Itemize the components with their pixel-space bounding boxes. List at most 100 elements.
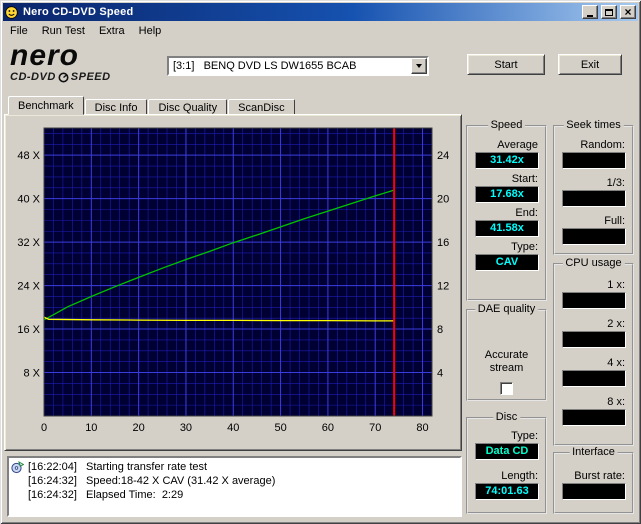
speed-type-label: Type: bbox=[511, 241, 538, 253]
seek-full-value bbox=[562, 228, 626, 245]
chevron-down-icon bbox=[416, 64, 422, 68]
log-message: Starting transfer rate test bbox=[86, 461, 208, 473]
svg-text:40 X: 40 X bbox=[17, 194, 40, 206]
menubar: File Run Test Extra Help bbox=[3, 22, 638, 40]
log-timestamp: [16:24:32] bbox=[28, 489, 77, 501]
svg-text:10: 10 bbox=[85, 422, 97, 434]
nero-logo: nero CD-DVD SPEED bbox=[10, 39, 165, 88]
speed-start-value: 17.68x bbox=[475, 186, 539, 203]
cpu-4x-value bbox=[562, 370, 626, 387]
seek-full-label: Full: bbox=[604, 215, 625, 227]
cpu-1x-row: 1 x: bbox=[555, 279, 632, 309]
menu-extra[interactable]: Extra bbox=[92, 23, 132, 39]
seek-third-label: 1/3: bbox=[606, 177, 625, 189]
svg-text:0: 0 bbox=[41, 422, 47, 434]
interface-panel-title: Interface bbox=[569, 446, 618, 458]
cpu-4x-label: 4 x: bbox=[607, 357, 625, 369]
accurate-stream-checkbox[interactable] bbox=[500, 382, 513, 395]
chart-svg: 0 10 20 30 40 50 60 70 80 8 X 16 X 24 X 32 X 40 X 48 X… bbox=[17, 127, 449, 434]
disc-length-value: 74:01.63 bbox=[475, 483, 539, 500]
disc-length-row: Length: 74:01.63 bbox=[468, 470, 545, 500]
maximize-button[interactable] bbox=[601, 5, 617, 19]
speed-end-value: 41.58x bbox=[475, 220, 539, 237]
speed-start-label: Start: bbox=[511, 173, 538, 185]
disc-panel-title: Disc bbox=[492, 411, 521, 423]
speed-average-label: Average bbox=[497, 139, 538, 151]
tab-benchmark[interactable]: Benchmark bbox=[8, 96, 84, 115]
svg-text:30: 30 bbox=[180, 422, 192, 434]
svg-text:80: 80 bbox=[416, 422, 428, 434]
dae-quality-title: DAE quality bbox=[474, 303, 539, 315]
close-icon: × bbox=[624, 5, 632, 19]
drive-select-value: [3:1] BENQ DVD LS DW1655 BCAB bbox=[173, 60, 357, 72]
menu-file[interactable]: File bbox=[3, 23, 35, 39]
disc-panel: Disc Type: Data CD Length: 74:01.63 bbox=[466, 411, 547, 514]
cpu-8x-value bbox=[562, 409, 626, 426]
cpu-8x-row: 8 x: bbox=[555, 396, 632, 426]
log-message: Elapsed Time: 2:29 bbox=[86, 489, 184, 501]
svg-text:20: 20 bbox=[133, 422, 145, 434]
nero-wordmark: nero bbox=[10, 39, 80, 72]
event-log: [16:22:04] Starting transfer rate test [… bbox=[7, 456, 462, 517]
svg-text:12: 12 bbox=[437, 281, 449, 293]
minimize-button[interactable] bbox=[582, 5, 598, 19]
tab-disc-quality[interactable]: Disc Quality bbox=[148, 99, 228, 115]
exit-button[interactable]: Exit bbox=[558, 54, 622, 75]
cpu-8x-label: 8 x: bbox=[607, 396, 625, 408]
speed-end-row: End: 41.58x bbox=[468, 207, 545, 237]
svg-text:32 X: 32 X bbox=[17, 237, 40, 249]
speed-start-row: Start: 17.68x bbox=[468, 173, 545, 203]
disc-length-label: Length: bbox=[501, 470, 538, 482]
svg-text:24: 24 bbox=[437, 150, 449, 162]
seek-third-row: 1/3: bbox=[555, 177, 632, 207]
tab-scandisc[interactable]: ScanDisc bbox=[228, 99, 295, 115]
speed-average-row: Average 31.42x bbox=[468, 139, 545, 169]
nero-product-line: CD-DVD SPEED bbox=[10, 71, 165, 83]
seek-third-value bbox=[562, 190, 626, 207]
cpu-2x-row: 2 x: bbox=[555, 318, 632, 348]
benchmark-chart: 0 10 20 30 40 50 60 70 80 8 X 16 X 24 X 32 X 40 X 48 X… bbox=[10, 122, 456, 445]
log-message: Speed:18-42 X CAV (31.42 X average) bbox=[86, 475, 276, 487]
cpu-usage-title: CPU usage bbox=[562, 257, 625, 269]
cpu-4x-row: 4 x: bbox=[555, 357, 632, 387]
menu-help[interactable]: Help bbox=[132, 23, 169, 39]
cpu-1x-value bbox=[562, 292, 626, 309]
close-button[interactable]: × bbox=[620, 5, 636, 19]
menu-run-test[interactable]: Run Test bbox=[35, 23, 92, 39]
svg-text:70: 70 bbox=[369, 422, 381, 434]
seek-random-value bbox=[562, 152, 626, 169]
speed-type-row: Type: CAV bbox=[468, 241, 545, 271]
log-line: [16:22:04] Starting transfer rate test bbox=[11, 460, 458, 474]
disc-type-row: Type: Data CD bbox=[468, 430, 545, 460]
app-window: Nero CD-DVD Speed × File Run Test Extra … bbox=[0, 0, 641, 524]
seek-random-row: Random: bbox=[555, 139, 632, 169]
logo-product-left: CD-DVD bbox=[10, 71, 56, 83]
speed-panel: Speed Average 31.42x Start: 17.68x End: … bbox=[466, 119, 547, 301]
cpu-1x-label: 1 x: bbox=[607, 279, 625, 291]
svg-text:4: 4 bbox=[437, 368, 443, 380]
svg-text:24 X: 24 X bbox=[17, 281, 40, 293]
log-timestamp: [16:22:04] bbox=[28, 461, 77, 473]
tab-disc-info[interactable]: Disc Info bbox=[84, 99, 148, 115]
svg-text:60: 60 bbox=[322, 422, 334, 434]
start-button[interactable]: Start bbox=[467, 54, 545, 75]
log-line: [16:24:32] Elapsed Time: 2:29 bbox=[11, 488, 458, 502]
svg-text:8 X: 8 X bbox=[23, 368, 40, 380]
burst-rate-value bbox=[562, 483, 626, 500]
log-line: [16:24:32] Speed:18-42 X CAV (31.42 X av… bbox=[11, 474, 458, 488]
logo-product-right: SPEED bbox=[70, 71, 111, 83]
speed-type-value: CAV bbox=[475, 254, 539, 271]
drive-select[interactable]: [3:1] BENQ DVD LS DW1655 BCAB bbox=[167, 56, 429, 76]
svg-text:16: 16 bbox=[437, 237, 449, 249]
svg-text:50: 50 bbox=[274, 422, 286, 434]
speed-end-label: End: bbox=[515, 207, 538, 219]
svg-text:40: 40 bbox=[227, 422, 239, 434]
cpu-usage-panel: CPU usage 1 x: 2 x: 4 x: 8 x: bbox=[553, 257, 634, 446]
transfer-test-icon bbox=[11, 460, 28, 474]
window-title: Nero CD-DVD Speed bbox=[23, 6, 134, 18]
svg-text:8: 8 bbox=[437, 324, 443, 336]
minimize-icon bbox=[587, 14, 593, 17]
tab-bar: Benchmark Disc Info Disc Quality ScanDis… bbox=[8, 96, 296, 115]
disc-type-label: Type: bbox=[511, 430, 538, 442]
drive-select-dropdown-button[interactable] bbox=[411, 58, 427, 74]
